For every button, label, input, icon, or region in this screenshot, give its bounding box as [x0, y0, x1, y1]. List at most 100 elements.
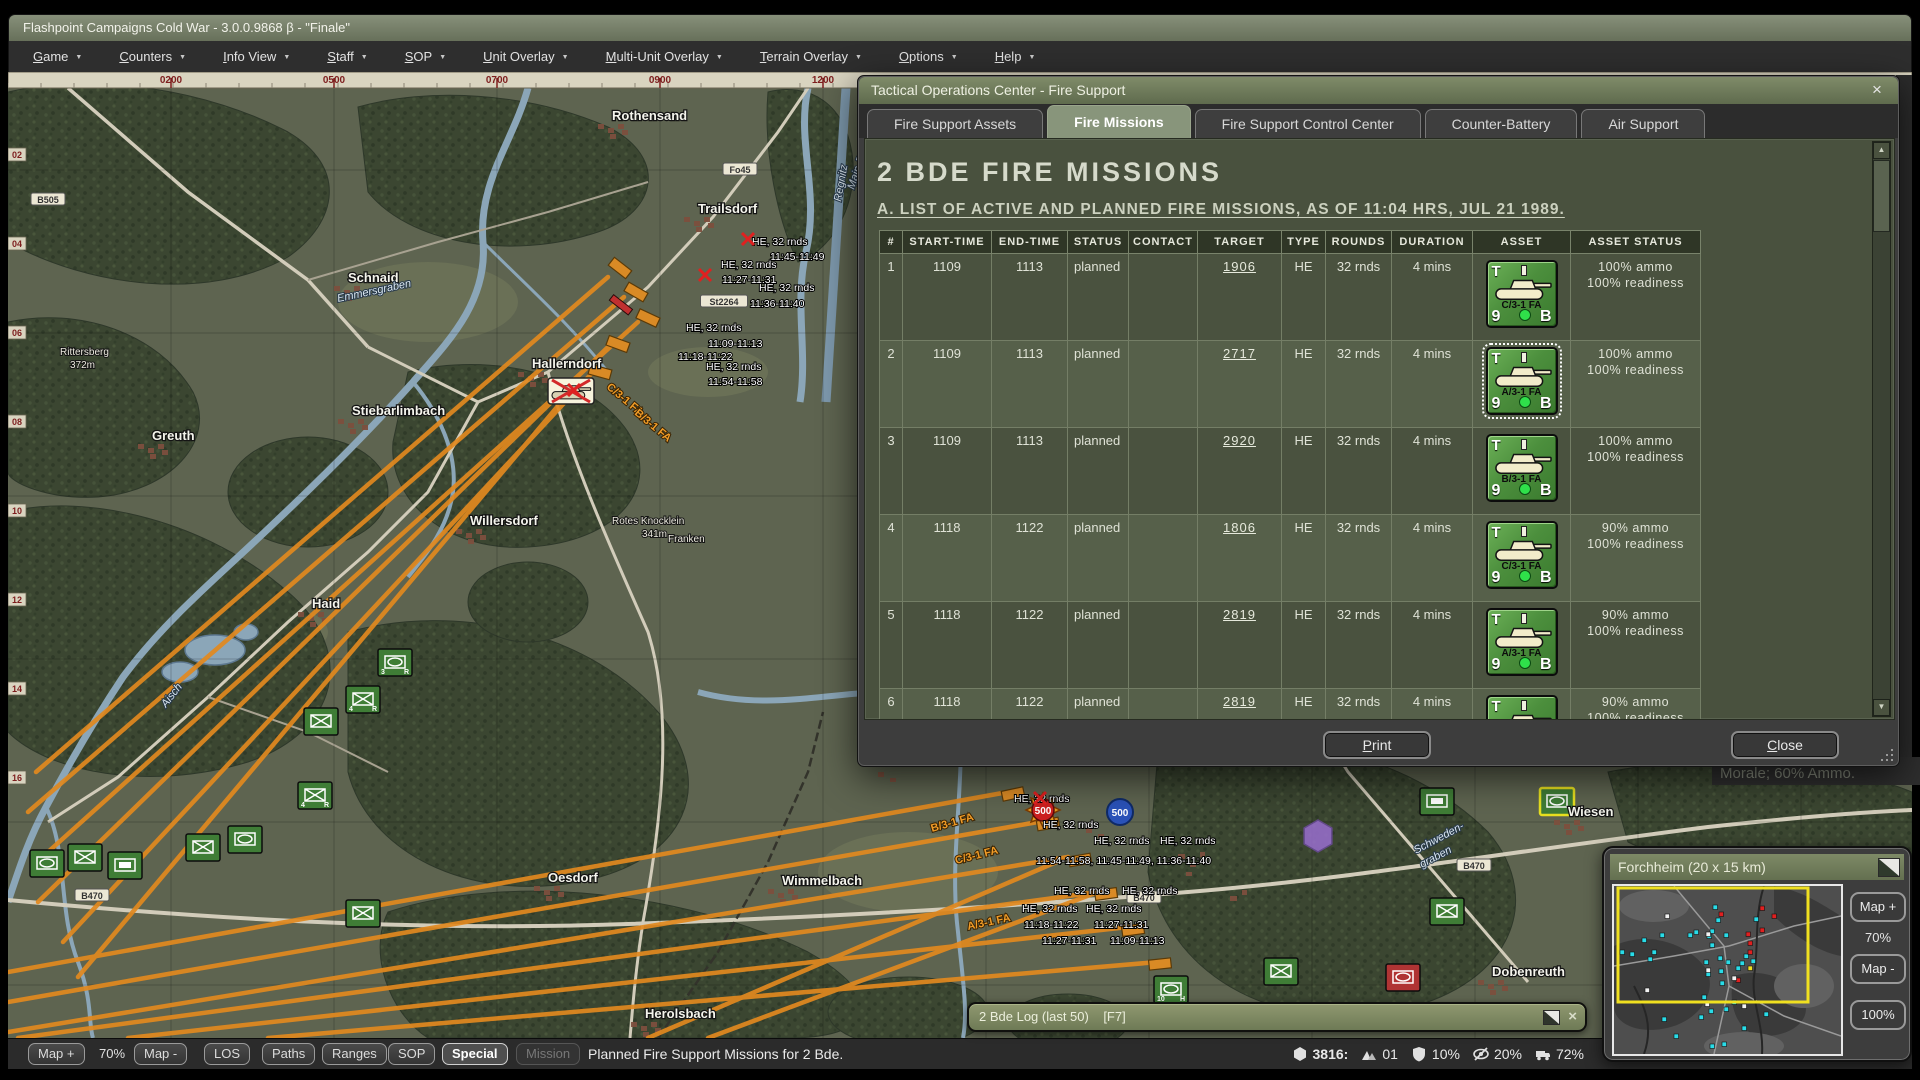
dialog-titlebar[interactable]: Tactical Operations Center - Fire Suppor…: [859, 77, 1898, 104]
map-unit-counter[interactable]: [1264, 958, 1298, 985]
tab-fire-support-control-center[interactable]: Fire Support Control Center: [1195, 109, 1421, 138]
svg-text:11:54-11:58: 11:54-11:58: [708, 376, 763, 388]
table-row[interactable]: 611181122planned2819HE32 rnds4 minsTB/3-…: [880, 689, 1701, 721]
target-link[interactable]: 2819: [1223, 607, 1256, 622]
menu-item-sop[interactable]: SOP▼: [405, 49, 446, 64]
column-header: END-TIME: [992, 231, 1068, 254]
asset-counter[interactable]: TA/3-1 FA9B: [1486, 347, 1558, 415]
target-link[interactable]: 2819: [1223, 694, 1256, 709]
toolbar-button-sop[interactable]: SOP: [388, 1043, 435, 1065]
minimap-map[interactable]: [1612, 884, 1843, 1056]
map-unit-counter[interactable]: [1420, 788, 1454, 815]
chevron-down-icon: ▼: [562, 54, 569, 61]
readiness-dot: [1519, 570, 1531, 582]
menu-item-game[interactable]: Game▼: [33, 49, 82, 64]
svg-text:HE, 32 rnds: HE, 32 rnds: [1122, 885, 1177, 897]
tab-fire-support-assets[interactable]: Fire Support Assets: [867, 109, 1043, 138]
minimap-unit-dot: [1760, 928, 1765, 933]
svg-text:11:36-11:40: 11:36-11:40: [750, 298, 805, 310]
tab-air-support[interactable]: Air Support: [1581, 109, 1705, 138]
menu-item-staff[interactable]: Staff▼: [327, 49, 367, 64]
target-link[interactable]: 2920: [1223, 433, 1256, 448]
menu-item-help[interactable]: Help▼: [995, 49, 1036, 64]
table-row[interactable]: 211091113planned2717HE32 rnds4 minsTA/3-…: [880, 341, 1701, 428]
dialog-resize-grip[interactable]: [1877, 745, 1893, 761]
map-unit-counter[interactable]: 4R: [298, 782, 332, 809]
status-indicators: 3816:0110%20%72%: [1292, 1039, 1584, 1069]
svg-text:HE, 32 rnds: HE, 32 rnds: [1094, 835, 1149, 847]
menu-item-info-view[interactable]: Info View▼: [223, 49, 290, 64]
toolbar-button-special[interactable]: Special: [442, 1043, 508, 1065]
map-unit-counter[interactable]: [228, 826, 262, 853]
target-link[interactable]: 2717: [1223, 346, 1256, 361]
map-unit-counter[interactable]: [108, 852, 142, 879]
map-unit-counter[interactable]: 3R: [378, 649, 412, 676]
target-link[interactable]: 1906: [1223, 259, 1256, 274]
toolbar-button-los[interactable]: LOS: [204, 1043, 250, 1065]
toolbar-button-map[interactable]: Map +: [28, 1043, 85, 1065]
column-header: ROUNDS: [1326, 231, 1392, 254]
print-button[interactable]: Print: [1323, 731, 1431, 759]
map-unit-counter[interactable]: 10H: [1154, 976, 1188, 1003]
table-row[interactable]: 311091113planned2920HE32 rnds4 minsTB/3-…: [880, 428, 1701, 515]
close-icon[interactable]: ×: [1866, 77, 1888, 104]
map-unit-counter[interactable]: [68, 844, 102, 871]
map-unit-counter[interactable]: 4R: [346, 686, 380, 713]
bde-log-bar[interactable]: 2 Bde Log (last 50) [F7] ×: [967, 1002, 1587, 1032]
close-icon[interactable]: ×: [1568, 1009, 1577, 1025]
restore-panel-icon[interactable]: [1543, 1010, 1560, 1025]
table-row[interactable]: 411181122planned1806HE32 rnds4 minsTC/3-…: [880, 515, 1701, 602]
tab-fire-missions[interactable]: Fire Missions: [1047, 105, 1190, 138]
toolbar-button-ranges[interactable]: Ranges: [322, 1043, 387, 1065]
table-row[interactable]: 111091113planned1906HE32 rnds4 minsTC/3-…: [880, 254, 1701, 341]
table-row[interactable]: 511181122planned2819HE32 rnds4 minsTA/3-…: [880, 602, 1701, 689]
status-text: Planned Fire Support Missions for 2 Bde.: [588, 1039, 843, 1069]
minimap-unit-dot: [1620, 950, 1625, 955]
target-link[interactable]: 1806: [1223, 520, 1256, 535]
minimap-zoom-100-button[interactable]: 100%: [1850, 1000, 1906, 1030]
svg-text:08: 08: [12, 417, 22, 427]
toolbar-button-map[interactable]: Map -: [134, 1043, 187, 1065]
asset-counter[interactable]: TB/3-1 FA9B: [1486, 434, 1558, 502]
toolbar-button-paths[interactable]: Paths: [262, 1043, 315, 1065]
scroll-up-icon[interactable]: ▲: [1873, 142, 1890, 159]
svg-text:341m: 341m: [642, 529, 667, 540]
scrollbar-thumb[interactable]: [1873, 160, 1890, 232]
menu-item-terrain-overlay[interactable]: Terrain Overlay▼: [760, 49, 862, 64]
asset-counter[interactable]: TC/3-1 FA9B: [1486, 521, 1558, 589]
minimap-unit-dot: [1740, 961, 1745, 966]
minimap-unit-dot: [1760, 906, 1765, 911]
scrollbar[interactable]: ▲ ▼: [1872, 141, 1891, 717]
chevron-down-icon: ▼: [179, 54, 186, 61]
asset-counter[interactable]: TA/3-1 FA9B: [1486, 608, 1558, 676]
menu-item-options[interactable]: Options▼: [899, 49, 958, 64]
toolbar-button-mission: Mission: [516, 1043, 580, 1065]
map-unit-counter[interactable]: [304, 708, 338, 735]
map-unit-counter[interactable]: [30, 850, 64, 877]
svg-text:Rittersberg: Rittersberg: [60, 347, 109, 358]
svg-text:HE, 32 rnds: HE, 32 rnds: [752, 236, 807, 248]
minimap-unit-dot: [1699, 1015, 1704, 1020]
close-button[interactable]: Close: [1731, 731, 1839, 759]
minimap-zoom-in-button[interactable]: Map +: [1850, 892, 1906, 922]
menu-item-counters[interactable]: Counters▼: [119, 49, 186, 64]
minimap-zoom-out-button[interactable]: Map -: [1850, 954, 1906, 984]
minimap-unit-dot: [1674, 1034, 1679, 1039]
map-unit-counter[interactable]: [1430, 898, 1464, 925]
map-unit-counter[interactable]: [346, 900, 380, 927]
svg-text:14: 14: [12, 684, 22, 694]
collapse-panel-icon[interactable]: [1878, 858, 1900, 877]
asset-counter[interactable]: TC/3-1 FA9B: [1486, 260, 1558, 328]
menu-item-unit-overlay[interactable]: Unit Overlay▼: [483, 49, 568, 64]
svg-text:4: 4: [301, 802, 305, 809]
scroll-down-icon[interactable]: ▼: [1873, 699, 1890, 716]
asset-counter[interactable]: TB/3-1 FA9B: [1486, 695, 1558, 720]
map-unit-counter[interactable]: [186, 834, 220, 861]
minimap-unit-dot: [1713, 905, 1718, 910]
tab-counter-battery[interactable]: Counter-Battery: [1425, 109, 1578, 138]
svg-text:Stiebarlimbach: Stiebarlimbach: [352, 403, 445, 418]
map-unit-counter[interactable]: [1386, 964, 1420, 991]
minimap-unit-dot: [1726, 960, 1731, 965]
svg-text:10: 10: [12, 506, 22, 516]
menu-item-multi-unit-overlay[interactable]: Multi-Unit Overlay▼: [606, 49, 723, 64]
